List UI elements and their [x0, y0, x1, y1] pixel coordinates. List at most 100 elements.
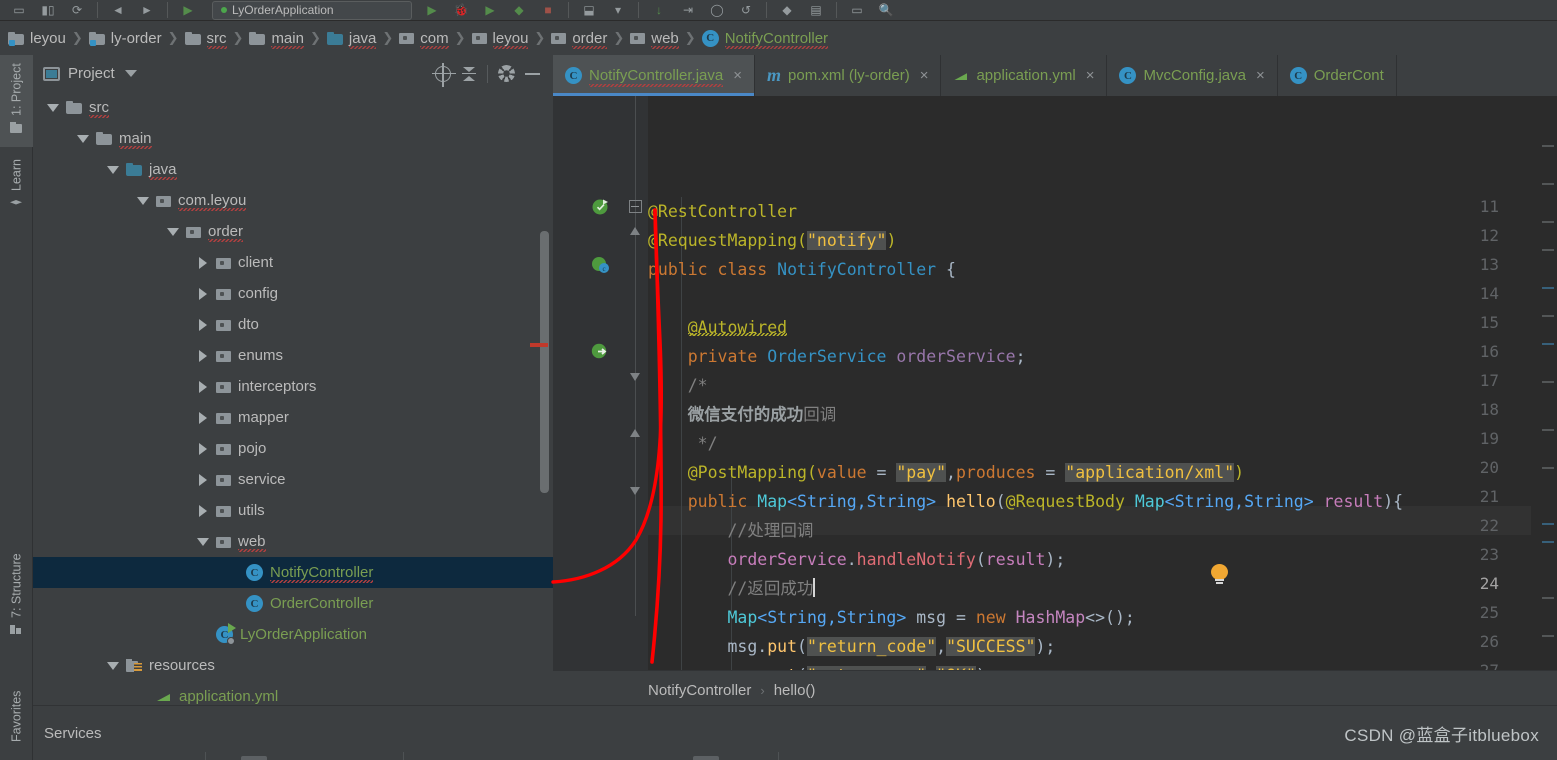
sidebar-item-learn[interactable]: Learn [0, 151, 33, 229]
collapse-all-button[interactable] [456, 61, 482, 87]
code-area[interactable]: c 11121314151617181920212223242526272829… [553, 96, 1557, 670]
breadcrumb-item-leyou-pkg[interactable]: leyou [471, 21, 528, 55]
editor-breadcrumb-class[interactable]: NotifyController [648, 682, 751, 699]
structure-icon[interactable]: ▮▯ [39, 1, 57, 19]
redo-icon[interactable]: ◆ [778, 1, 796, 19]
run-coverage-icon[interactable]: ▶ [481, 1, 499, 19]
hide-panel-button[interactable] [519, 61, 545, 87]
tree-item[interactable]: application.yml [33, 681, 553, 705]
breadcrumb-item-leyou[interactable]: leyou [8, 21, 66, 55]
spring-autowire-icon[interactable] [591, 342, 610, 361]
debug-icon[interactable]: 🐞 [452, 1, 470, 19]
run-button-icon[interactable]: ▶ [423, 1, 441, 19]
tree-item[interactable]: pojo [33, 433, 553, 464]
chevron-right-icon[interactable] [197, 380, 209, 393]
intention-bulb-icon[interactable] [1211, 564, 1229, 586]
breadcrumb-item-main[interactable]: main [249, 21, 304, 55]
tree-item[interactable]: config [33, 278, 553, 309]
tree-item[interactable]: utils [33, 495, 553, 526]
chevron-right-icon[interactable] [197, 473, 209, 486]
chevron-down-icon[interactable] [77, 133, 89, 145]
tree-item[interactable]: service [33, 464, 553, 495]
tree-item-selected[interactable]: C NotifyController [33, 557, 553, 588]
git-push-icon[interactable]: ◯ [708, 1, 726, 19]
sidebar-item-project[interactable]: 1: Project [0, 55, 33, 147]
run-configuration-selector[interactable]: LyOrderApplication [212, 0, 412, 20]
tree-item[interactable]: order [33, 216, 553, 247]
tree-item[interactable]: client [33, 247, 553, 278]
chevron-right-icon[interactable] [197, 349, 209, 362]
tree-item[interactable]: interceptors [33, 371, 553, 402]
tree-item[interactable]: C LyOrderApplication [33, 619, 553, 650]
close-icon[interactable]: × [920, 67, 929, 84]
search-icon[interactable]: 🔍 [877, 1, 895, 19]
breadcrumb-item-com[interactable]: com [399, 21, 449, 55]
services-toolbar-button[interactable] [241, 756, 267, 760]
close-icon[interactable]: × [1256, 67, 1265, 84]
build-icon[interactable]: ⬓ [580, 1, 598, 19]
profile-icon[interactable]: ◆ [510, 1, 528, 19]
run-icon[interactable]: ▶ [179, 1, 197, 19]
fold-down-icon[interactable] [629, 487, 642, 495]
tab-application-yml[interactable]: application.yml × [941, 55, 1108, 96]
project-tree-scrollbar[interactable] [540, 231, 549, 493]
tree-item[interactable]: com.leyou [33, 185, 553, 216]
back-icon[interactable]: ◄ [109, 1, 127, 19]
editor-breadcrumb-method[interactable]: hello() [774, 682, 816, 699]
tree-item[interactable]: dto [33, 309, 553, 340]
sync-icon[interactable]: ⟳ [68, 1, 86, 19]
chevron-down-icon[interactable] [137, 195, 149, 207]
breadcrumb-item-order[interactable]: order [551, 21, 608, 55]
layout-icon[interactable]: ▤ [807, 1, 825, 19]
fold-up-icon[interactable] [629, 429, 642, 437]
chevron-down-icon[interactable] [167, 226, 179, 238]
stop-icon[interactable]: ■ [539, 1, 557, 19]
tab-pom-xml[interactable]: m pom.xml (ly-order) × [755, 55, 942, 96]
forward-icon[interactable]: ► [138, 1, 156, 19]
chevron-down-icon[interactable] [107, 660, 119, 672]
tab-ordercontroller-java[interactable]: C OrderCont [1278, 55, 1397, 96]
undo-icon[interactable]: ↺ [737, 1, 755, 19]
breadcrumb-item-web[interactable]: web [630, 21, 679, 55]
tree-item[interactable]: enums [33, 340, 553, 371]
tree-item[interactable]: web [33, 526, 553, 557]
more-icon[interactable]: ▾ [609, 1, 627, 19]
chevron-right-icon[interactable] [197, 318, 209, 331]
chevron-right-icon[interactable] [197, 287, 209, 300]
chevron-right-icon[interactable] [197, 442, 209, 455]
close-icon[interactable]: × [1086, 67, 1095, 84]
chevron-right-icon[interactable] [197, 256, 209, 269]
marker-rail[interactable] [1531, 137, 1557, 670]
tree-item[interactable]: resources [33, 650, 553, 681]
chevron-down-icon[interactable] [197, 536, 209, 548]
spring-bean-icon[interactable]: c [591, 255, 610, 274]
tree-item[interactable]: mapper [33, 402, 553, 433]
tree-item[interactable]: main [33, 123, 553, 154]
commit-icon[interactable]: ⇥ [679, 1, 697, 19]
close-icon[interactable]: × [733, 67, 742, 84]
chevron-down-icon[interactable] [47, 102, 59, 114]
settings-button[interactable] [493, 61, 519, 87]
locate-target-button[interactable] [430, 61, 456, 87]
breadcrumb-item-ly-order[interactable]: ly-order [88, 21, 162, 55]
key-icon[interactable]: ▭ [848, 1, 866, 19]
chevron-right-icon[interactable] [197, 504, 209, 517]
fold-minus-icon[interactable] [629, 200, 642, 213]
editor-gutter[interactable] [553, 96, 648, 670]
breadcrumb-item-src[interactable]: src [184, 21, 227, 55]
save-icon[interactable]: ▭ [10, 1, 28, 19]
fold-down-icon[interactable] [629, 373, 642, 381]
breadcrumb-item-java[interactable]: java [326, 21, 376, 55]
tree-item[interactable]: C OrderController [33, 588, 553, 619]
chevron-down-icon[interactable] [107, 164, 119, 176]
tab-notifycontroller-java[interactable]: C NotifyController.java × [553, 55, 755, 96]
chevron-down-icon[interactable] [124, 70, 137, 77]
chevron-right-icon[interactable] [197, 411, 209, 424]
tree-item[interactable]: java [33, 154, 553, 185]
git-update-icon[interactable]: ↓ [650, 1, 668, 19]
sidebar-item-favorites[interactable]: Favorites [0, 683, 33, 760]
tab-mvcconfig-java[interactable]: C MvcConfig.java × [1107, 55, 1278, 96]
run-test-icon[interactable] [591, 197, 610, 216]
services-toolbar-button[interactable] [693, 756, 719, 760]
tree-item[interactable]: src [33, 92, 553, 123]
